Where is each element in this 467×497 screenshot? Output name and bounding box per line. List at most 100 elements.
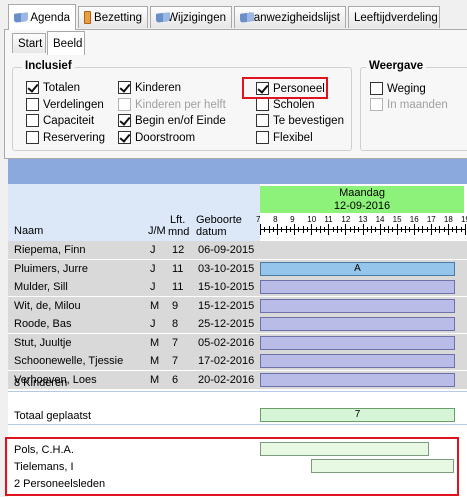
child-name: Stut, Juultje <box>14 336 72 349</box>
col-naam: Naam <box>14 225 44 237</box>
checkbox-icon[interactable] <box>118 81 131 94</box>
schedule-bar[interactable]: A <box>260 261 455 276</box>
hour-label: 16 <box>409 215 419 224</box>
hour-label: 12 <box>341 215 351 224</box>
hour-label: 13 <box>358 215 368 224</box>
child-dob: 20-02-2016 <box>198 373 255 386</box>
child-name: Pluimers, Jurre <box>14 262 88 275</box>
totaal-bar[interactable]: 7 <box>260 408 455 422</box>
child-name: Riepema, Finn <box>14 244 86 256</box>
check-weging[interactable]: Weging <box>370 82 426 95</box>
totaal-label: Totaal geplaatst <box>14 410 92 422</box>
tab-beeld[interactable]: Beeld <box>47 31 85 55</box>
schedule-bar[interactable] <box>260 354 455 368</box>
schedule-bar[interactable] <box>260 298 455 313</box>
child-name: Schoonewelle, Tjessie <box>14 355 124 367</box>
tab-bezetting[interactable]: Bezetting <box>78 6 148 28</box>
schedule-bar[interactable] <box>260 372 455 387</box>
child-age: 11 <box>172 281 184 293</box>
check-verdelingen[interactable]: Verdelingen <box>26 98 104 111</box>
tab-leeftijdverdeling[interactable]: Leeftijdverdeling <box>348 6 440 28</box>
child-dob: 17-02-2016 <box>198 355 255 367</box>
hour-label: 19 <box>461 215 467 224</box>
weergave-title: Weergave <box>366 60 427 72</box>
schedule-bar[interactable] <box>260 280 455 294</box>
child-jm: M <box>150 355 160 367</box>
child-name: Roode, Bas <box>14 318 72 330</box>
check-reservering[interactable]: Reservering <box>26 131 105 144</box>
child-jm: M <box>150 373 160 386</box>
child-jm: M <box>150 336 160 349</box>
child-age: 9 <box>172 299 179 312</box>
check-te-bevestigen[interactable]: Te bevestigen <box>256 114 344 127</box>
table-row[interactable]: Schoonewelle, Tjessie M 7 17-02-2016 <box>8 352 467 370</box>
check-scholen[interactable]: Scholen <box>256 98 315 111</box>
schedule-bar[interactable] <box>260 335 455 350</box>
child-name: Wit, de, Milou <box>14 299 81 312</box>
tab-agenda[interactable]: Agenda <box>8 4 76 30</box>
tab-aanwezigheidslijst[interactable]: Aanwezigheidslijst <box>234 6 346 28</box>
hour-label: 18 <box>443 215 453 224</box>
table-row[interactable]: Roode, Bas J 8 25-12-2015 <box>8 315 467 333</box>
child-age: 6 <box>172 373 179 386</box>
col-mnd: mnd <box>168 226 190 238</box>
child-dob: 06-09-2015 <box>198 244 255 256</box>
table-row[interactable]: Verhoeven, Loes M 6 20-02-2016 <box>8 370 467 389</box>
tab-wijzigingen[interactable]: Wijzigingen <box>150 6 232 28</box>
child-dob: 15-12-2015 <box>198 299 255 312</box>
check-flexibel[interactable]: Flexibel <box>256 131 313 144</box>
hour-label: 8 <box>273 215 278 224</box>
checkbox-icon[interactable] <box>26 98 39 111</box>
table-row[interactable]: Riepema, Finn J 12 06-09-2015 <box>8 241 467 259</box>
child-jm: J <box>150 318 156 330</box>
highlight-personeel <box>242 77 328 99</box>
tab-start[interactable]: Start <box>12 33 46 53</box>
book-icon <box>240 11 243 24</box>
checkbox-icon[interactable] <box>118 131 131 144</box>
child-jm: J <box>150 281 156 293</box>
grid-icon <box>84 11 92 24</box>
check-kinderen[interactable]: Kinderen <box>118 81 181 94</box>
child-jm: J <box>150 262 156 275</box>
checkbox-icon[interactable] <box>118 114 131 127</box>
child-jm: J <box>150 244 156 256</box>
child-dob: 05-02-2016 <box>198 336 255 349</box>
child-dob: 15-10-2015 <box>198 281 255 293</box>
checkbox-icon[interactable] <box>256 114 269 127</box>
checkbox-icon <box>118 98 131 111</box>
child-age: 11 <box>172 262 184 275</box>
check-capaciteit[interactable]: Capaciteit <box>26 114 94 127</box>
child-jm: M <box>150 299 160 312</box>
col-datum: datum <box>196 226 227 238</box>
schedule-bar[interactable] <box>260 317 455 331</box>
checkbox-icon[interactable] <box>256 98 269 111</box>
totaal-value: 7 <box>354 409 361 420</box>
child-dob: 03-10-2015 <box>198 262 255 275</box>
table-row[interactable]: Pluimers, Jurre J 11 03-10-2015 A <box>8 259 467 278</box>
day-header: Maandag 12-09-2016 <box>260 186 464 213</box>
check-totalen[interactable]: Totalen <box>26 81 80 94</box>
hour-label: 11 <box>324 215 333 224</box>
day-name: Maandag <box>339 187 385 199</box>
check-doorstroom[interactable]: Doorstroom <box>118 131 195 144</box>
child-dob: 25-12-2015 <box>198 318 255 330</box>
time-ruler: 7 8 9 10 11 12 13 14 15 16 17 18 19 <box>256 214 467 241</box>
checkbox-icon[interactable] <box>26 81 39 94</box>
checkbox-icon <box>370 98 383 111</box>
check-kinderen-per-helft: Kinderen per helft <box>118 98 226 111</box>
child-age: 7 <box>172 355 179 367</box>
table-row[interactable]: Wit, de, Milou M 9 15-12-2015 <box>8 296 467 315</box>
day-date: 12-09-2016 <box>333 200 391 212</box>
hour-label: 10 <box>307 215 317 224</box>
table-row[interactable]: Stut, Juultje M 7 05-02-2016 <box>8 333 467 352</box>
checkbox-icon[interactable] <box>26 114 39 127</box>
check-begin-einde[interactable]: Begin en/of Einde <box>118 114 226 127</box>
table-row[interactable]: Mulder, Sill J 11 15-10-2015 <box>8 278 467 296</box>
children-count: 8 Kinderen <box>14 377 68 389</box>
col-lft: Lft. <box>170 214 186 226</box>
checkbox-icon[interactable] <box>26 131 39 144</box>
grid-header-bar <box>8 159 467 184</box>
checkbox-icon[interactable] <box>256 131 269 144</box>
inclusief-title: Inclusief <box>22 60 75 72</box>
checkbox-icon[interactable] <box>370 82 383 95</box>
